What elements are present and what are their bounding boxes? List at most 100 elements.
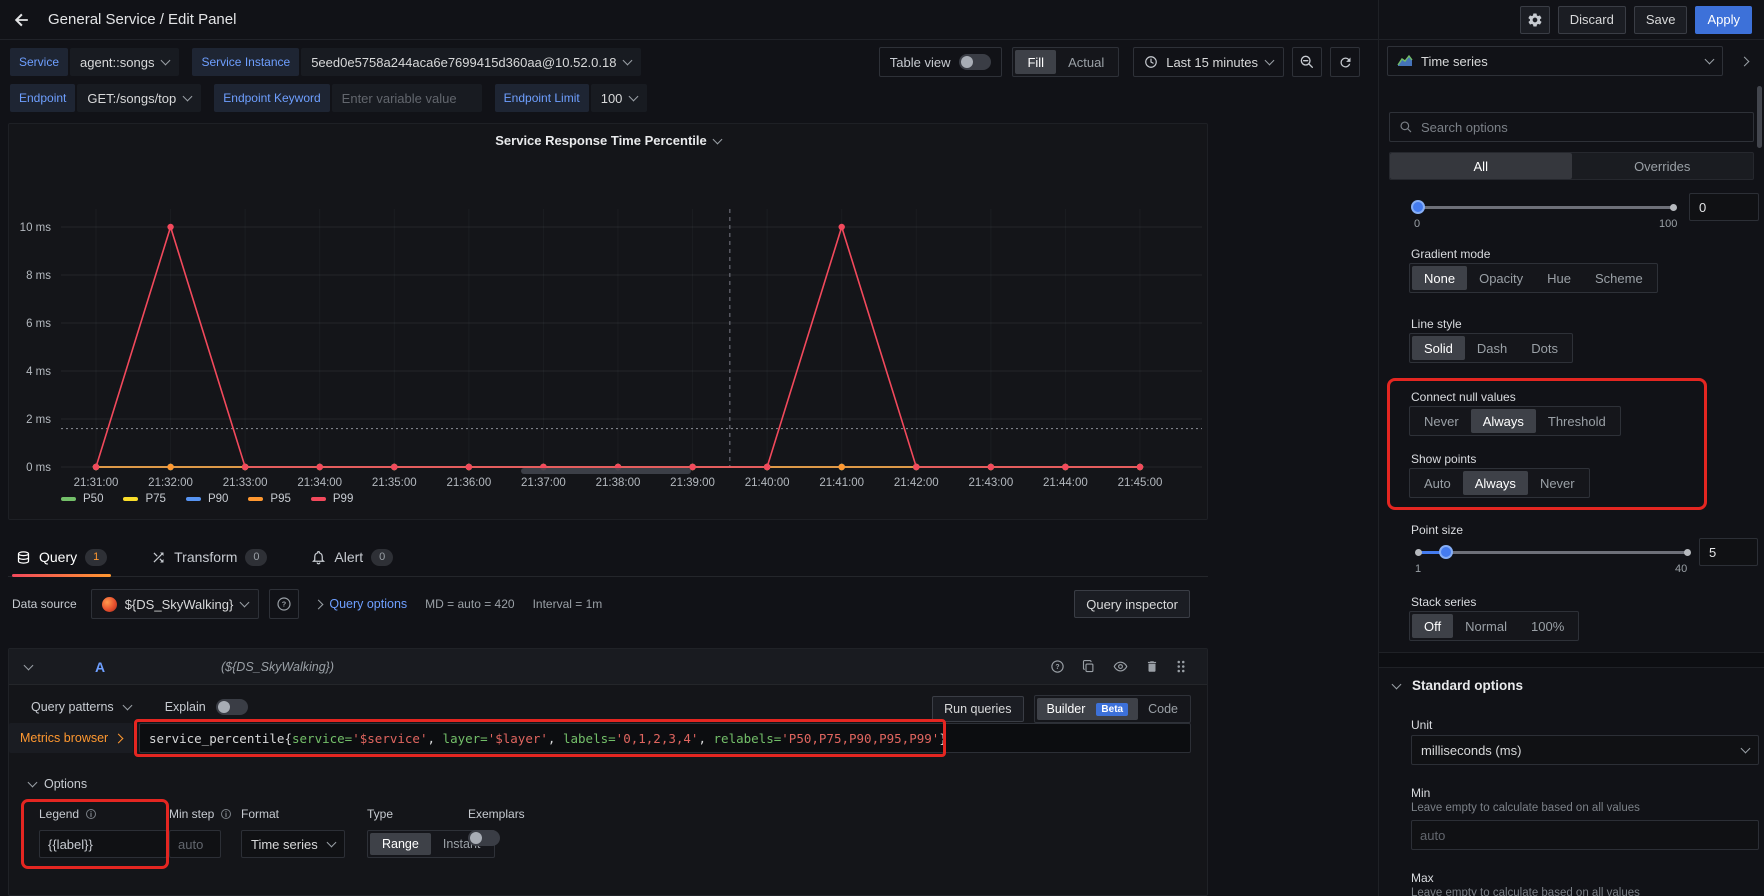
stack-off-option[interactable]: Off	[1412, 614, 1453, 638]
datasource-help-button[interactable]: ?	[269, 589, 299, 619]
delete-query-icon[interactable]	[1145, 659, 1159, 674]
builder-option[interactable]: Builder Beta	[1037, 698, 1139, 720]
legend-item-p99[interactable]: P99	[311, 493, 353, 505]
query-ref-id[interactable]: A	[95, 659, 105, 675]
exemplars-toggle[interactable]	[468, 830, 500, 846]
endpoint-keyword-input[interactable]	[342, 91, 472, 106]
sidebar-scrollbar[interactable]	[1757, 86, 1762, 148]
point-size-max-label: 40	[1675, 563, 1687, 575]
legend-item-p75[interactable]: P75	[123, 493, 165, 505]
grafana-edit-panel: General Service / Edit Panel Discard Sav…	[0, 0, 1764, 896]
editor-tabs: Query 1 Transform 0 Alert 0	[8, 538, 1208, 577]
query-options-toggle[interactable]: Query options	[315, 597, 407, 611]
tab-alert-label: Alert	[334, 549, 363, 565]
points-never-option[interactable]: Never	[1528, 471, 1587, 495]
opacity-slider-track[interactable]	[1418, 206, 1674, 209]
panel-title-menu[interactable]: Service Response Time Percentile	[9, 133, 1207, 148]
legend-color-swatch	[61, 497, 76, 501]
svg-text:21:36:00: 21:36:00	[446, 477, 491, 489]
line-dots-option[interactable]: Dots	[1519, 336, 1570, 360]
timeseries-chart[interactable]: 0 ms2 ms4 ms6 ms8 ms10 ms21:31:0021:32:0…	[9, 124, 1207, 519]
query-inspector-button[interactable]: Query inspector	[1074, 590, 1190, 618]
metrics-browser-button[interactable]: Metrics browser	[9, 723, 133, 753]
code-option[interactable]: Code	[1138, 698, 1188, 720]
point-size-value-input[interactable]: 5	[1699, 538, 1758, 566]
run-queries-button[interactable]: Run queries	[932, 696, 1023, 722]
service-instance-variable: Service Instance 5eed0e5758a244aca6e7699…	[192, 48, 641, 76]
svg-text:21:34:00: 21:34:00	[297, 477, 342, 489]
query-help-icon[interactable]: ?	[1050, 659, 1065, 674]
explain-toggle[interactable]	[216, 699, 248, 715]
expr-token: layer=	[443, 731, 488, 746]
tab-transform[interactable]: Transform 0	[147, 538, 271, 577]
endpoint-limit-dropdown[interactable]: 100	[591, 84, 648, 112]
points-always-option[interactable]: Always	[1463, 471, 1528, 495]
fill-option[interactable]: Fill	[1015, 50, 1056, 74]
svg-text:21:44:00: 21:44:00	[1043, 477, 1088, 489]
back-button[interactable]	[0, 0, 44, 40]
chevron-down-icon	[183, 92, 193, 102]
unit-select[interactable]: milliseconds (ms)	[1411, 735, 1759, 765]
collapse-query-icon[interactable]	[24, 660, 34, 670]
service-instance-value-dropdown[interactable]: 5eed0e5758a244aca6e7699415d360aa@10.52.0…	[301, 48, 641, 76]
time-range-picker[interactable]: Last 15 minutes	[1133, 47, 1284, 77]
stack-normal-option[interactable]: Normal	[1453, 614, 1519, 638]
unit-label: Unit	[1411, 718, 1432, 732]
tab-overrides[interactable]: Overrides	[1572, 153, 1754, 179]
endpoint-value-dropdown[interactable]: GET:/songs/top	[77, 84, 201, 112]
sidebar-collapse-button[interactable]	[1731, 46, 1757, 76]
panel-type-picker[interactable]: Time series	[1387, 46, 1723, 76]
question-circle-icon: ?	[276, 596, 292, 612]
table-view-toggle[interactable]	[959, 54, 991, 70]
legend-item-p95[interactable]: P95	[248, 493, 290, 505]
legend-item-p50[interactable]: P50	[61, 493, 103, 505]
toggle-visibility-icon[interactable]	[1112, 659, 1129, 674]
service-value-dropdown[interactable]: agent::songs	[70, 48, 179, 76]
datasource-picker[interactable]: ${DS_SkyWalking}	[91, 589, 260, 619]
query-patterns-dropdown[interactable]: Query patterns	[31, 700, 114, 714]
options-search-input[interactable]	[1421, 120, 1744, 135]
tab-query[interactable]: Query 1	[12, 538, 111, 577]
refresh-button[interactable]	[1330, 47, 1360, 77]
horizontal-scrollbar[interactable]	[521, 468, 691, 474]
gradient-opacity-option[interactable]: Opacity	[1467, 266, 1535, 290]
opacity-value-input[interactable]: 0	[1689, 193, 1759, 221]
format-label: Format	[241, 807, 279, 821]
legend-item-p90[interactable]: P90	[186, 493, 228, 505]
line-solid-option[interactable]: Solid	[1412, 336, 1465, 360]
expr-token: labels=	[563, 731, 616, 746]
type-label: Type	[367, 807, 393, 821]
line-dash-option[interactable]: Dash	[1465, 336, 1519, 360]
point-size-handle[interactable]	[1439, 545, 1453, 559]
zoom-out-button[interactable]	[1292, 47, 1322, 77]
tab-all[interactable]: All	[1390, 153, 1572, 179]
drag-handle-icon[interactable]	[1175, 659, 1187, 674]
nulls-never-option[interactable]: Never	[1412, 409, 1471, 433]
promql-query-input[interactable]: service_percentile{service='$service', l…	[139, 723, 1191, 753]
explain-label: Explain	[165, 700, 206, 714]
query-datasource-hint: (${DS_SkyWalking})	[221, 660, 334, 674]
nulls-threshold-option[interactable]: Threshold	[1536, 409, 1618, 433]
tab-alert[interactable]: Alert 0	[307, 538, 397, 577]
gradient-hue-option[interactable]: Hue	[1535, 266, 1583, 290]
legend-format-input[interactable]	[39, 830, 167, 858]
point-size-track[interactable]	[1418, 551, 1688, 554]
min-input[interactable]	[1411, 820, 1759, 850]
min-step-input[interactable]	[169, 830, 221, 858]
format-select[interactable]: Time series	[241, 830, 345, 858]
gradient-none-option[interactable]: None	[1412, 266, 1467, 290]
opacity-slider-handle[interactable]	[1411, 200, 1425, 214]
options-collapse[interactable]: Options	[29, 777, 87, 791]
gradient-scheme-option[interactable]: Scheme	[1583, 266, 1655, 290]
section-divider	[1379, 652, 1764, 668]
nulls-always-option[interactable]: Always	[1471, 409, 1536, 433]
points-auto-option[interactable]: Auto	[1412, 471, 1463, 495]
actual-option[interactable]: Actual	[1056, 50, 1116, 74]
query-row-header[interactable]: A (${DS_SkyWalking}) ?	[9, 649, 1207, 685]
svg-text:8 ms: 8 ms	[26, 270, 51, 282]
standard-options-collapse[interactable]: Standard options	[1393, 678, 1523, 693]
stack-100-option[interactable]: 100%	[1519, 614, 1576, 638]
duplicate-query-icon[interactable]	[1081, 659, 1096, 674]
info-icon	[220, 808, 232, 820]
type-range-option[interactable]: Range	[370, 833, 431, 855]
